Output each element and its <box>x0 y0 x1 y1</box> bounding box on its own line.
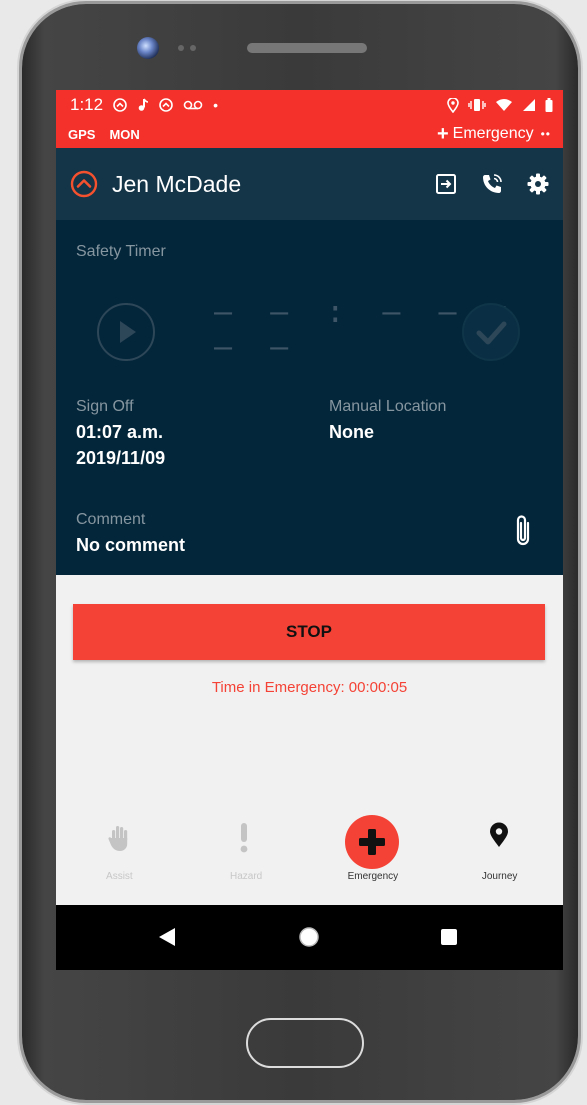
comment-label: Comment <box>76 511 146 528</box>
tab-label: Hazard <box>230 871 263 882</box>
sensor-icon <box>190 45 196 51</box>
battery-icon <box>545 98 553 112</box>
monitoring-bar: GPS MON + Emergency •• <box>56 120 563 148</box>
sign-off-label: Sign Off <box>76 398 134 415</box>
hand-icon <box>108 826 128 851</box>
chevron-circle-icon <box>113 98 127 112</box>
monitoring-indicator: MON <box>109 126 140 142</box>
chevron-up-circle-icon[interactable] <box>70 170 98 198</box>
voicemail-icon <box>183 100 203 110</box>
manual-location-label: Manual Location <box>329 398 447 415</box>
back-icon[interactable] <box>158 927 176 947</box>
plus-icon <box>344 815 399 869</box>
safety-timer-title: Safety Timer <box>76 243 166 260</box>
wifi-icon <box>496 99 512 111</box>
phone-call-icon[interactable] <box>481 173 503 195</box>
logout-icon[interactable] <box>435 173 457 195</box>
hardware-home-button[interactable] <box>246 1018 364 1068</box>
gps-indicator: GPS <box>68 126 96 142</box>
location-icon <box>447 97 459 113</box>
safety-timer: – – : – – : – – <box>96 295 526 365</box>
emergency-status-label: Emergency <box>452 125 534 142</box>
tab-emergency[interactable]: Emergency <box>310 810 437 892</box>
dot-icon: • <box>213 97 218 113</box>
system-nav-bar <box>56 905 563 970</box>
exclamation-icon <box>240 823 248 853</box>
emergency-status[interactable]: + Emergency •• <box>437 124 551 144</box>
app-header: Jen McDade <box>56 148 563 220</box>
tab-label: Journey <box>481 871 518 882</box>
time-in-emergency: Time in Emergency: 00:00:05 <box>211 679 408 696</box>
sign-off-date: 2019/11/09 <box>76 448 166 468</box>
home-icon[interactable] <box>298 926 320 948</box>
paperclip-icon[interactable] <box>513 514 533 548</box>
sign-off-time: 01:07 a.m. <box>76 422 164 442</box>
plus-icon: + <box>436 123 449 145</box>
comment-value[interactable]: No comment <box>76 532 185 558</box>
vibrate-icon <box>468 99 486 111</box>
gear-icon[interactable] <box>527 173 549 195</box>
tab-journey[interactable]: Journey <box>436 810 563 892</box>
tab-hazard[interactable]: Hazard <box>183 810 310 892</box>
manual-location-value[interactable]: None <box>329 419 374 445</box>
sensor-icon <box>178 45 184 51</box>
music-note-icon <box>138 98 149 111</box>
speaker-grille <box>247 43 367 53</box>
map-pin-icon <box>490 822 509 847</box>
tab-assist[interactable]: Assist <box>56 810 183 892</box>
bottom-tab-bar: Assist Hazard Emergency Journey <box>56 810 563 892</box>
stop-button[interactable]: STOP <box>73 604 545 660</box>
check-icon[interactable] <box>461 302 521 362</box>
user-name: Jen McDade <box>112 170 242 197</box>
screen: 1:12 • GPS MON + Emergency •• Jen McDade… <box>56 90 563 970</box>
emergency-dots: •• <box>540 127 551 141</box>
status-bar: 1:12 • <box>56 90 563 120</box>
status-time: 1:12 <box>70 95 104 114</box>
recents-icon[interactable] <box>440 928 458 946</box>
chevron-circle-icon <box>159 98 173 112</box>
camera-icon <box>137 37 159 59</box>
tab-label: Assist <box>106 871 133 882</box>
play-icon[interactable] <box>96 302 156 362</box>
timer-panel: Safety Timer – – : – – : – – Sign Off 01… <box>56 220 563 575</box>
tab-label: Emergency <box>347 871 399 882</box>
signal-icon <box>523 99 535 111</box>
